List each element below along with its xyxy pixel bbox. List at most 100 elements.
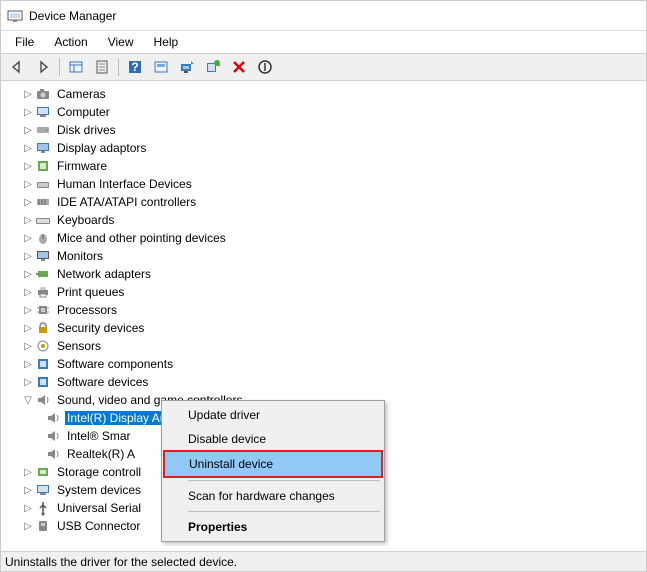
- forward-button[interactable]: [31, 56, 55, 78]
- tree-item-disk-drives[interactable]: ▷Disk drives: [7, 121, 646, 139]
- speaker-icon: [45, 428, 61, 444]
- menu-action[interactable]: Action: [44, 33, 97, 51]
- disable-button[interactable]: [253, 56, 277, 78]
- menu-help[interactable]: Help: [144, 33, 189, 51]
- context-menu-label: Uninstall device: [189, 457, 273, 471]
- chevron-right-icon: ▷: [21, 375, 35, 389]
- chevron-right-icon: ▷: [21, 519, 35, 533]
- security-icon: [35, 320, 51, 336]
- tree-label: Security devices: [55, 321, 146, 335]
- tree-label: Keyboards: [55, 213, 116, 227]
- tree-label: Software devices: [55, 375, 150, 389]
- chevron-right-icon: ▷: [21, 339, 35, 353]
- tree-label: Sensors: [55, 339, 103, 353]
- cpu-icon: [35, 302, 51, 318]
- chevron-right-icon: ▷: [21, 267, 35, 281]
- chevron-right-icon: ▷: [21, 501, 35, 515]
- tree-label: Monitors: [55, 249, 105, 263]
- tree-label: Intel® Smar: [65, 429, 133, 443]
- context-menu-update-driver[interactable]: Update driver: [164, 403, 382, 427]
- properties-button[interactable]: [90, 56, 114, 78]
- context-menu-properties[interactable]: Properties: [164, 515, 382, 539]
- chevron-right-icon: ▷: [21, 105, 35, 119]
- tree-item-sensors[interactable]: ▷ Sensors: [7, 337, 646, 355]
- software-icon: [35, 374, 51, 390]
- ide-icon: [35, 194, 51, 210]
- tree-label: Cameras: [55, 87, 108, 101]
- tree-label: Processors: [55, 303, 119, 317]
- uninstall-button[interactable]: [227, 56, 251, 78]
- computer-icon: [35, 104, 51, 120]
- tree-item-hid[interactable]: ▷Human Interface Devices: [7, 175, 646, 193]
- usb-connector-icon: [35, 518, 51, 534]
- tree-item-mice[interactable]: ▷ Mice and other pointing devices: [7, 229, 646, 247]
- tree-label: USB Connector: [55, 519, 142, 533]
- context-menu-label: Disable device: [188, 432, 266, 446]
- tree-item-monitors[interactable]: ▷ Monitors: [7, 247, 646, 265]
- tree-item-keyboards[interactable]: ▷Keyboards: [7, 211, 646, 229]
- chevron-right-icon: ▷: [21, 303, 35, 317]
- system-icon: [35, 482, 51, 498]
- mouse-icon: [35, 230, 51, 246]
- display-icon: [35, 140, 51, 156]
- printer-icon: [35, 284, 51, 300]
- context-menu-label: Update driver: [188, 408, 260, 422]
- tree-label: Storage controll: [55, 465, 143, 479]
- tree-label: Software components: [55, 357, 175, 371]
- chevron-right-icon: ▷: [21, 285, 35, 299]
- tree-label: Realtek(R) A: [65, 447, 137, 461]
- chevron-right-icon: ▷: [21, 357, 35, 371]
- tree-item-software-devices[interactable]: ▷ Software devices: [7, 373, 646, 391]
- tree-item-cameras[interactable]: ▷Cameras: [7, 85, 646, 103]
- firmware-icon: [35, 158, 51, 174]
- software-icon: [35, 356, 51, 372]
- window-title: Device Manager: [29, 9, 116, 23]
- context-menu-scan-hardware[interactable]: Scan for hardware changes: [164, 484, 382, 508]
- scan-hardware-button[interactable]: [201, 56, 225, 78]
- speaker-icon: [35, 392, 51, 408]
- context-menu-uninstall-device[interactable]: Uninstall device: [163, 450, 383, 478]
- help-button[interactable]: ?: [123, 56, 147, 78]
- context-menu-label: Properties: [188, 520, 247, 534]
- tree-item-processors[interactable]: ▷ Processors: [7, 301, 646, 319]
- tree-label: IDE ATA/ATAPI controllers: [55, 195, 198, 209]
- chevron-right-icon: ▷: [21, 177, 35, 191]
- svg-text:?: ?: [131, 60, 138, 74]
- tree-label: Print queues: [55, 285, 126, 299]
- statusbar-text: Uninstalls the driver for the selected d…: [5, 555, 237, 569]
- chevron-right-icon: ▷: [21, 483, 35, 497]
- show-hide-console-button[interactable]: [64, 56, 88, 78]
- tree-item-computer[interactable]: ▷ Computer: [7, 103, 646, 121]
- tree-label: Computer: [55, 105, 112, 119]
- statusbar: Uninstalls the driver for the selected d…: [1, 551, 646, 571]
- toolbar-separator: [59, 58, 60, 76]
- speaker-icon: [45, 410, 61, 426]
- tree-item-firmware[interactable]: ▷Firmware: [7, 157, 646, 175]
- context-menu-disable-device[interactable]: Disable device: [164, 427, 382, 451]
- chevron-right-icon: ▷: [21, 123, 35, 137]
- titlebar: Device Manager: [1, 1, 646, 31]
- menu-view[interactable]: View: [98, 33, 144, 51]
- tree-item-software-components[interactable]: ▷ Software components: [7, 355, 646, 373]
- tree-item-display-adaptors[interactable]: ▷Display adaptors: [7, 139, 646, 157]
- storage-icon: [35, 464, 51, 480]
- disk-icon: [35, 122, 51, 138]
- chevron-right-icon: ▷: [21, 321, 35, 335]
- tree-item-network[interactable]: ▷Network adapters: [7, 265, 646, 283]
- back-button[interactable]: [5, 56, 29, 78]
- chevron-right-icon: ▷: [21, 231, 35, 245]
- tree-item-security[interactable]: ▷ Security devices: [7, 319, 646, 337]
- action-button[interactable]: [149, 56, 173, 78]
- tree-label: Display adaptors: [55, 141, 148, 155]
- chevron-right-icon: ▷: [21, 159, 35, 173]
- chevron-right-icon: ▷: [21, 249, 35, 263]
- tree-item-ide[interactable]: ▷IDE ATA/ATAPI controllers: [7, 193, 646, 211]
- usb-icon: [35, 500, 51, 516]
- camera-icon: [35, 86, 51, 102]
- tree-item-print-queues[interactable]: ▷ Print queues: [7, 283, 646, 301]
- menu-file[interactable]: File: [5, 33, 44, 51]
- update-driver-button[interactable]: [175, 56, 199, 78]
- hid-icon: [35, 176, 51, 192]
- tree-label: Mice and other pointing devices: [55, 231, 228, 245]
- context-menu-separator: [188, 480, 380, 481]
